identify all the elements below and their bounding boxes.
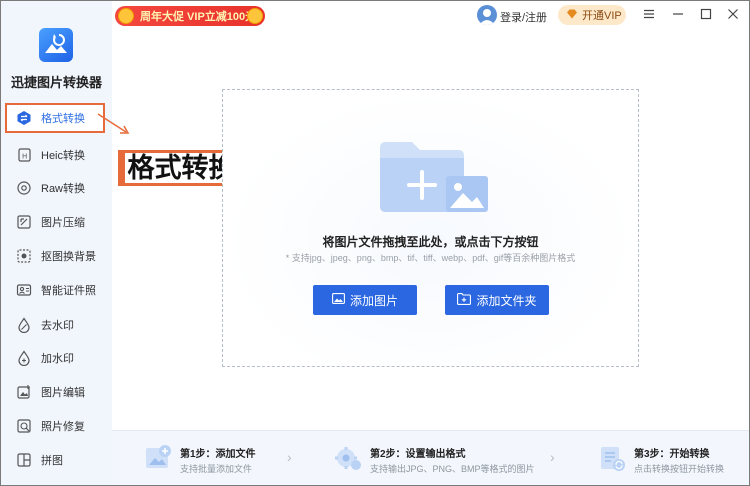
step-title: 第1步：添加文件: [180, 449, 256, 460]
vip-label: 开通VIP: [582, 10, 622, 22]
sidebar-item-label: 图片压缩: [41, 217, 85, 229]
repair-icon: [15, 417, 33, 435]
sidebar-item-label: 去水印: [41, 320, 74, 332]
sidebar-item-collage[interactable]: 拼图: [5, 445, 105, 475]
sidebar-item-label: 加水印: [41, 353, 74, 365]
sidebar-item-label: 照片修复: [41, 421, 85, 433]
avatar[interactable]: [477, 5, 497, 25]
coin-icon: [118, 8, 134, 24]
compress-icon: [15, 213, 33, 231]
add-file-step-icon: [146, 445, 171, 468]
sidebar-item-add-watermark[interactable]: 加水印: [5, 343, 105, 373]
sidebar: 迅捷图片转换器 格式转换 H Heic转换 Raw转换 图片压缩 抠图换背景 智…: [1, 1, 112, 485]
diamond-icon: [566, 9, 578, 22]
file-drop-zone[interactable]: 将图片文件拖拽至此处，或点击下方按钮 * 支持jpg、jpeg、png、bmp、…: [222, 89, 639, 367]
sidebar-item-label: 拼图: [41, 455, 63, 467]
sidebar-item-label: 格式转换: [41, 113, 85, 125]
add-folder-button[interactable]: 添加文件夹: [445, 285, 549, 315]
drop-zone-subtitle: * 支持jpg、jpeg、png、bmp、tif、tiff、webp、pdf、g…: [285, 253, 576, 263]
image-icon: [332, 293, 345, 307]
step-title: 第3步：开始转换: [634, 449, 710, 460]
convert-step-icon: [601, 447, 625, 471]
sidebar-item-id-photo[interactable]: 智能证件照: [5, 275, 105, 305]
sidebar-item-label: Heic转换: [41, 150, 86, 162]
sidebar-item-cutout[interactable]: 抠图换背景: [5, 241, 105, 271]
add-folder-illustration-icon: [380, 142, 488, 212]
sidebar-item-label: 图片编辑: [41, 387, 85, 399]
callout-arrow-icon: [97, 113, 130, 134]
app-name: 迅捷图片转换器: [10, 75, 102, 90]
add-image-button[interactable]: 添加图片: [313, 285, 417, 315]
add-folder-label: 添加文件夹: [476, 293, 537, 308]
raw-icon: [15, 179, 33, 197]
step-desc: 点击转换按钮开始转换: [634, 464, 725, 474]
collage-icon: [15, 451, 33, 469]
svg-text:H: H: [22, 153, 27, 161]
drop-zone-title: 将图片文件拖拽至此处，或点击下方按钮: [322, 235, 539, 249]
menu-icon[interactable]: [641, 6, 657, 22]
add-watermark-icon: [15, 349, 33, 367]
login-link[interactable]: 登录/注册: [500, 9, 547, 25]
minimize-icon[interactable]: [670, 6, 686, 22]
sidebar-item-remove-watermark[interactable]: 去水印: [5, 310, 105, 340]
promo-text: 周年大促 VIP立减100元: [140, 11, 257, 23]
coin-icon: [247, 8, 263, 24]
sidebar-item-edit[interactable]: 图片编辑: [5, 377, 105, 407]
vip-button[interactable]: 开通VIP: [558, 5, 626, 25]
id-photo-icon: [15, 281, 33, 299]
steps-bar: 第1步：添加文件 支持批量添加文件 › 第2步：设置输出格式 支持输出JPG、P…: [112, 430, 749, 485]
sidebar-item-label: 抠图换背景: [41, 251, 96, 263]
remove-watermark-icon: [15, 316, 33, 334]
maximize-icon[interactable]: [698, 6, 714, 22]
convert-icon: [15, 109, 33, 127]
sidebar-item-compress[interactable]: 图片压缩: [5, 207, 105, 237]
step-desc: 支持输出JPG、PNG、BMP等格式的图片: [370, 464, 535, 474]
folder-plus-icon: [457, 292, 472, 308]
sidebar-item-label: 智能证件照: [41, 285, 96, 297]
chevron-right-icon: ›: [550, 449, 555, 465]
heic-icon: H: [15, 146, 33, 164]
step-desc: 支持批量添加文件: [180, 464, 253, 474]
edit-icon: [15, 383, 33, 401]
app-logo-icon: [39, 28, 73, 62]
sidebar-item-raw[interactable]: Raw转换: [5, 173, 105, 203]
step-title: 第2步：设置输出格式: [370, 449, 466, 460]
sidebar-item-heic[interactable]: H Heic转换: [5, 140, 105, 170]
promo-banner[interactable]: 周年大促 VIP立减100元: [115, 6, 265, 26]
sidebar-item-format-convert[interactable]: 格式转换: [5, 103, 105, 133]
add-image-label: 添加图片: [349, 293, 398, 308]
cutout-icon: [15, 247, 33, 265]
settings-step-icon: [335, 447, 361, 470]
sidebar-item-label: Raw转换: [41, 183, 86, 195]
chevron-right-icon: ›: [287, 449, 292, 465]
sidebar-item-repair[interactable]: 照片修复: [5, 411, 105, 441]
close-icon[interactable]: [725, 6, 741, 22]
